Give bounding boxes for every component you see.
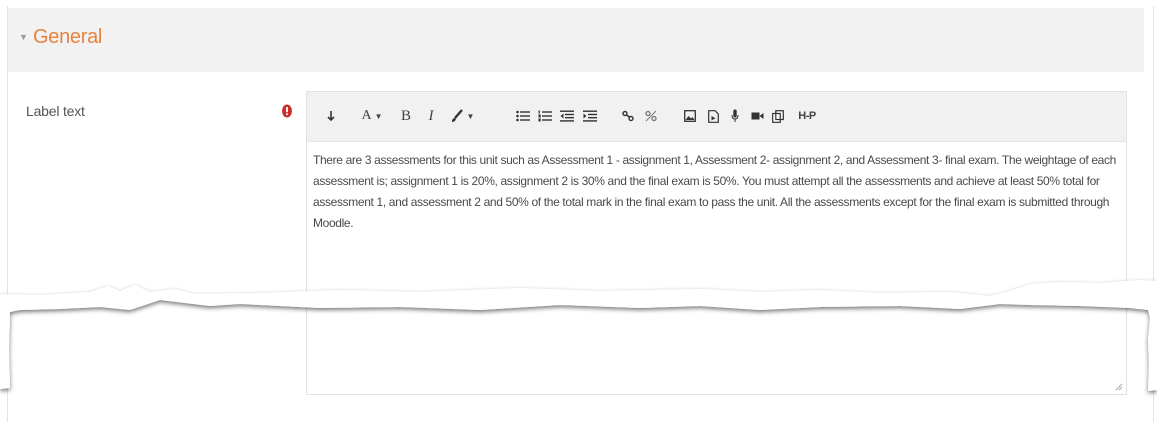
unordered-list-icon[interactable] [515,106,531,126]
collapse-caret-icon[interactable]: ▼ [19,32,28,42]
torn-paper-overlay [0,280,1157,391]
section-title[interactable]: General [33,26,102,49]
ordered-list-icon[interactable] [537,106,553,126]
show-more-icon[interactable] [324,106,338,126]
bold-icon[interactable]: B [399,106,413,126]
image-icon[interactable] [683,106,697,126]
h5p-label: H-P [798,110,816,122]
manage-files-icon[interactable] [771,106,785,126]
required-icon [282,104,292,118]
outdent-icon[interactable] [559,106,575,126]
media-icon[interactable] [706,106,720,126]
section-header-general[interactable]: ▼ General [8,8,1144,72]
font-size-label: A [361,108,372,123]
field-label: Label text [26,103,85,119]
h5p-icon[interactable]: H-P [794,106,820,126]
italic-icon[interactable]: I [425,106,437,126]
editor-content[interactable]: There are 3 assessments for this unit su… [313,150,1123,234]
text-color-icon[interactable]: ▼ [448,106,476,126]
indent-icon[interactable] [582,106,598,126]
link-icon[interactable] [621,106,635,126]
record-audio-icon[interactable] [729,106,741,126]
record-video-icon[interactable] [750,106,764,126]
font-size-icon[interactable]: A ▼ [359,106,385,126]
italic-label: I [428,107,434,124]
bold-label: B [400,107,411,124]
editor-toolbar: A ▼ B I ▼ H-P [307,92,1126,142]
unlink-icon[interactable] [644,106,658,126]
